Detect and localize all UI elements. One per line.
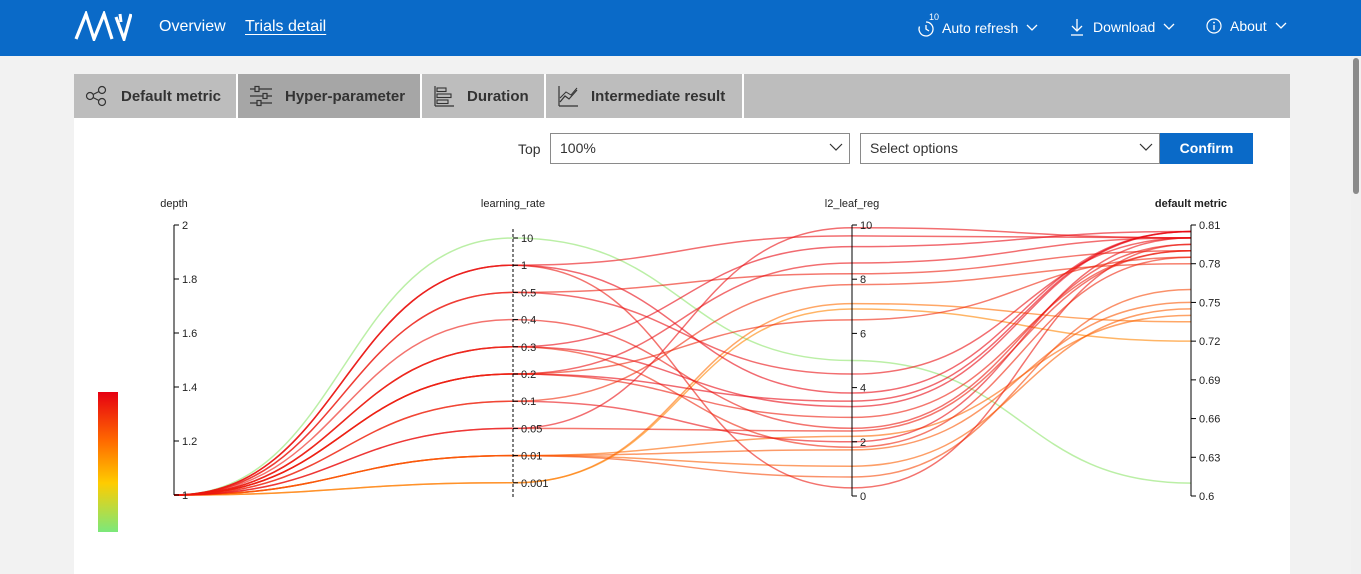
about-label: About (1230, 18, 1267, 34)
page-scrollbar[interactable] (1351, 56, 1361, 574)
tick-label: 6 (860, 328, 866, 340)
tick-label: 0.4 (521, 315, 536, 327)
tick-label: 0.72 (1199, 336, 1220, 348)
tick-label: 0.1 (521, 396, 536, 408)
tick-label: 0.2 (521, 369, 536, 381)
auto-refresh-badge: 10 (929, 12, 940, 22)
info-icon (1206, 18, 1222, 34)
tick-label: 0.05 (521, 423, 542, 435)
color-scale-legend (98, 392, 118, 532)
tick-label: 1.2 (182, 436, 197, 448)
tick-label: 0.001 (521, 478, 549, 490)
chevron-down-icon (1275, 22, 1287, 29)
trial-line[interactable] (173, 237, 1192, 496)
tick-label: 2 (860, 437, 866, 449)
tick-label: 8 (860, 274, 866, 286)
parallel-coordinates-chart: depth 2 1.8 1.6 1.4 1.2 1 learning_rate 10 1 0.5 0.… (98, 198, 1227, 532)
trials-detail-panel: Default metric Hyper-parameter Duration … (74, 74, 1290, 574)
download-label: Download (1093, 19, 1156, 35)
tick-label: 0.01 (521, 451, 542, 463)
auto-refresh-icon: 10 (917, 12, 939, 38)
tick-label: 0 (860, 491, 866, 503)
tick-label: 1.8 (182, 274, 197, 286)
tick-label: 1 (521, 260, 527, 272)
tick-label: 0.69 (1199, 375, 1220, 387)
trial-line[interactable] (173, 237, 1192, 496)
axis-title: default metric (1155, 198, 1227, 210)
scrollbar-thumb[interactable] (1353, 58, 1359, 194)
tick-label: 1.4 (182, 382, 197, 394)
tick-label: 0.5 (521, 287, 536, 299)
axis-title: depth (160, 198, 188, 210)
tick-label: 1 (182, 490, 188, 502)
tick-label: 10 (860, 220, 872, 232)
axis-title: l2_leaf_reg (825, 198, 879, 210)
axis-title: learning_rate (481, 198, 545, 210)
download-menu[interactable]: Download (1070, 18, 1175, 36)
nav-overview-link[interactable]: Overview (159, 18, 226, 36)
about-menu[interactable]: About (1206, 18, 1287, 34)
tick-label: 0.6 (1199, 491, 1214, 503)
tick-label: 0.81 (1199, 220, 1220, 232)
trial-lines (173, 226, 1192, 496)
tick-label: 10 (521, 233, 533, 245)
download-icon (1071, 19, 1083, 36)
tick-label: 4 (860, 383, 866, 395)
auto-refresh-menu[interactable]: 10 Auto refresh (917, 12, 1038, 38)
tick-label: 1.6 (182, 328, 197, 340)
tick-label: 0.63 (1199, 452, 1220, 464)
top-nav-bar: Overview Trials detail 10 Auto refresh D… (0, 0, 1361, 56)
tick-label: 0.75 (1199, 297, 1220, 309)
nni-logo[interactable] (74, 9, 133, 46)
trial-line[interactable] (173, 237, 1192, 496)
trial-line[interactable] (173, 237, 1192, 496)
tick-label: 2 (182, 220, 188, 232)
chevron-down-icon (1163, 23, 1175, 30)
tick-label: 0.78 (1199, 259, 1220, 271)
tick-label: 0.66 (1199, 414, 1220, 426)
auto-refresh-label: Auto refresh (942, 20, 1019, 36)
tick-label: 0.3 (521, 342, 536, 354)
nav-trials-detail-link[interactable]: Trials detail (245, 18, 326, 36)
chevron-down-icon (1026, 24, 1038, 31)
